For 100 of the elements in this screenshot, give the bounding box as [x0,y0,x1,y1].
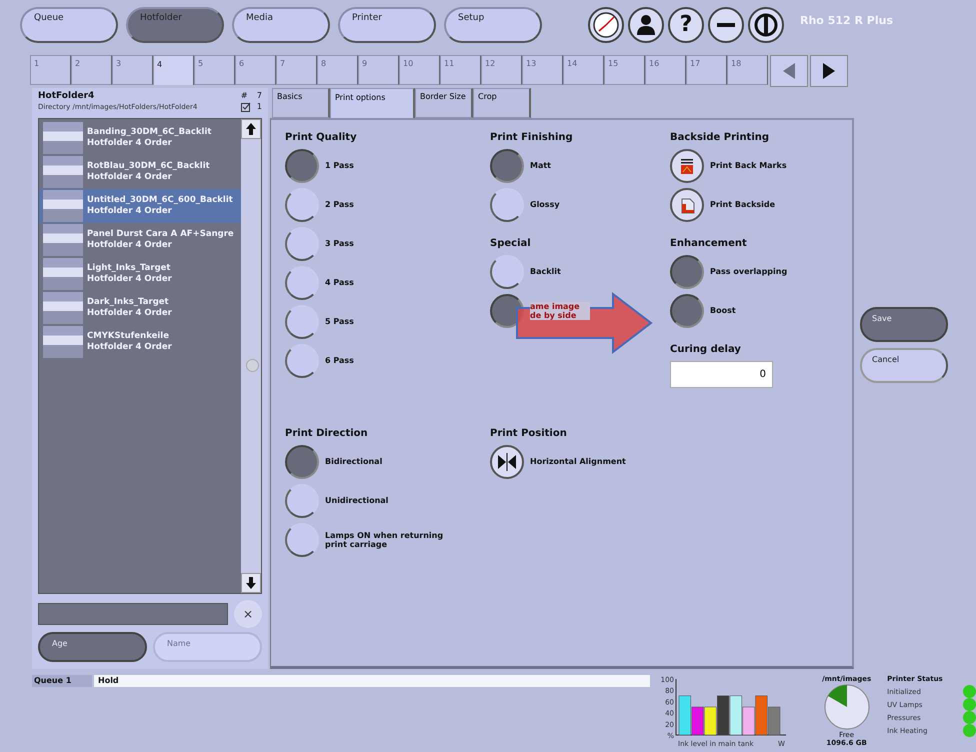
item-count: 7 [256,91,262,100]
option-label: Matt [530,161,552,170]
back-marks-button[interactable] [670,148,704,183]
radio-button[interactable] [490,148,524,183]
radio-button[interactable] [285,148,319,183]
minus-icon [717,22,735,27]
hotfolder-tab[interactable]: 17 [686,54,727,85]
hotfolder-tab[interactable]: 12 [481,54,522,85]
thumbnail-image [43,190,83,222]
hotfolder-tab[interactable]: 1 [30,54,71,85]
hotfolder-tab[interactable]: 11 [440,54,481,85]
count-label: # [240,91,249,100]
hotfolder-tab[interactable]: 5 [194,54,235,85]
ink-bar [692,707,704,736]
sort-button[interactable]: Name [153,632,262,662]
cancel-button[interactable]: Cancel [860,348,948,383]
nav-button[interactable]: Hotfolder [126,6,224,43]
hotfolder-tab[interactable]: 4 [153,54,194,85]
job-item[interactable]: RotBlau_30DM_6C_Backlit Hotfolder 4 Order [39,154,241,189]
queue-label: Queue 1 [32,675,92,688]
option-label: Backlit [530,267,561,276]
minimize-button[interactable] [708,6,744,43]
option-label: Pass overlapping [710,267,788,276]
option-label: Glossy [530,200,560,210]
job-subtitle: Hotfolder 4 Order [87,172,173,183]
user-button[interactable] [628,6,664,43]
options-tab[interactable]: Crop [473,88,531,118]
clear-button[interactable]: × [234,600,262,628]
radio-button[interactable] [670,254,704,289]
job-item[interactable]: Banding_30DM_6C_Backlit Hotfolder 4 Order [39,120,241,155]
job-item[interactable]: Dark_Inks_Target Hotfolder 4 Order [39,290,241,325]
nav-button[interactable]: Media [232,6,330,43]
right-arrow-icon [823,62,835,79]
power-button[interactable] [748,6,784,43]
backside-button[interactable] [670,188,704,222]
hotfolder-tab[interactable]: 2 [71,54,112,85]
hotfolder-tab[interactable]: 3 [112,54,153,85]
scroll-thumb[interactable] [246,358,259,372]
ink-bar [704,707,717,736]
job-subtitle: Hotfolder 4 Order [87,138,173,149]
group-title: Print Position [490,428,568,439]
scroll-up-button[interactable] [241,118,261,139]
option-label: Boost [710,306,736,316]
job-name: CMYKStufenkeile [87,330,170,342]
up-arrow-icon [246,122,256,135]
thumbnail-image [43,156,83,188]
job-item[interactable]: Light_Inks_Target Hotfolder 4 Order [39,256,241,291]
option-label: Horizontal Alignment [530,457,626,466]
option-label: 5 Pass [325,317,354,326]
hotfolder-tab[interactable]: 8 [317,54,358,85]
disk-usage-pie-drawing [822,683,871,732]
thumbnail-image [43,224,83,256]
nav-button[interactable]: Queue [20,6,118,43]
options-tab[interactable]: Border Size [415,88,473,118]
job-name: Dark_Inks_Target [87,296,170,308]
job-item[interactable]: Untitled_30DM_6C_600_Backlit Hotfolder 4 Order [39,188,241,223]
next-button[interactable] [810,54,848,87]
thumbnail-image [43,122,83,154]
clock-button[interactable] [588,6,624,43]
job-item[interactable]: CMYKStufenkeile Hotfolder 4 Order [39,324,241,359]
group-title: Enhancement [670,238,748,249]
options-tab[interactable]: Print options [330,88,415,118]
save-button[interactable]: Save [860,306,948,342]
hotfolder-tab[interactable]: 15 [604,54,645,85]
scrollbar[interactable] [241,118,261,593]
nav-button[interactable]: Setup [444,6,542,43]
job-subtitle: Hotfolder 4 Order [87,274,172,285]
checked-count: 1 [256,102,262,112]
thumbnail-image [43,292,83,324]
job-name: RotBlau_30DM_6C_Backlit [87,160,210,172]
option-label: Unidirectional [325,496,388,506]
ink-bar [678,696,692,736]
help-button[interactable]: ? [668,6,704,43]
job-subtitle: Hotfolder 4 Order [87,342,172,353]
hotfolder-tab[interactable]: 18 [727,54,768,85]
radio-button[interactable] [670,294,704,328]
job-item[interactable]: Panel Durst Cara A AF+Sangre Hotfolder 4 Order [39,222,241,257]
hotfolder-tab[interactable]: 7 [276,54,317,85]
nav-button[interactable]: Printer [338,6,436,43]
hotfolder-tab[interactable]: 16 [645,54,686,85]
sort-button[interactable]: Age [38,632,147,662]
hotfolder-tab[interactable]: 14 [563,54,604,85]
alignment-button[interactable] [490,444,524,479]
queue-state-field: Hold [94,675,650,688]
job-name: Untitled_30DM_6C_600_Backlit [87,194,233,206]
radio-button[interactable] [285,444,319,479]
job-name: Light_Inks_Target [87,262,172,274]
options-tab[interactable]: Basics [272,88,330,118]
scroll-down-button[interactable] [241,572,261,593]
option-label: Lamps ON when returning print carriage [325,530,444,549]
thumbnail-image [43,326,83,358]
hotfolder-tab[interactable]: 13 [522,54,563,85]
group-title: Curing delay [670,344,742,355]
thumbnail-image [43,258,83,290]
search-field[interactable] [38,602,228,625]
hotfolder-tab[interactable]: 9 [358,54,399,85]
hotfolder-tab[interactable]: 6 [235,54,276,85]
job-subtitle: Hotfolder 4 Order [87,240,173,251]
curing-delay-field[interactable]: 0 [670,360,773,388]
hotfolder-tab[interactable]: 10 [399,54,440,85]
